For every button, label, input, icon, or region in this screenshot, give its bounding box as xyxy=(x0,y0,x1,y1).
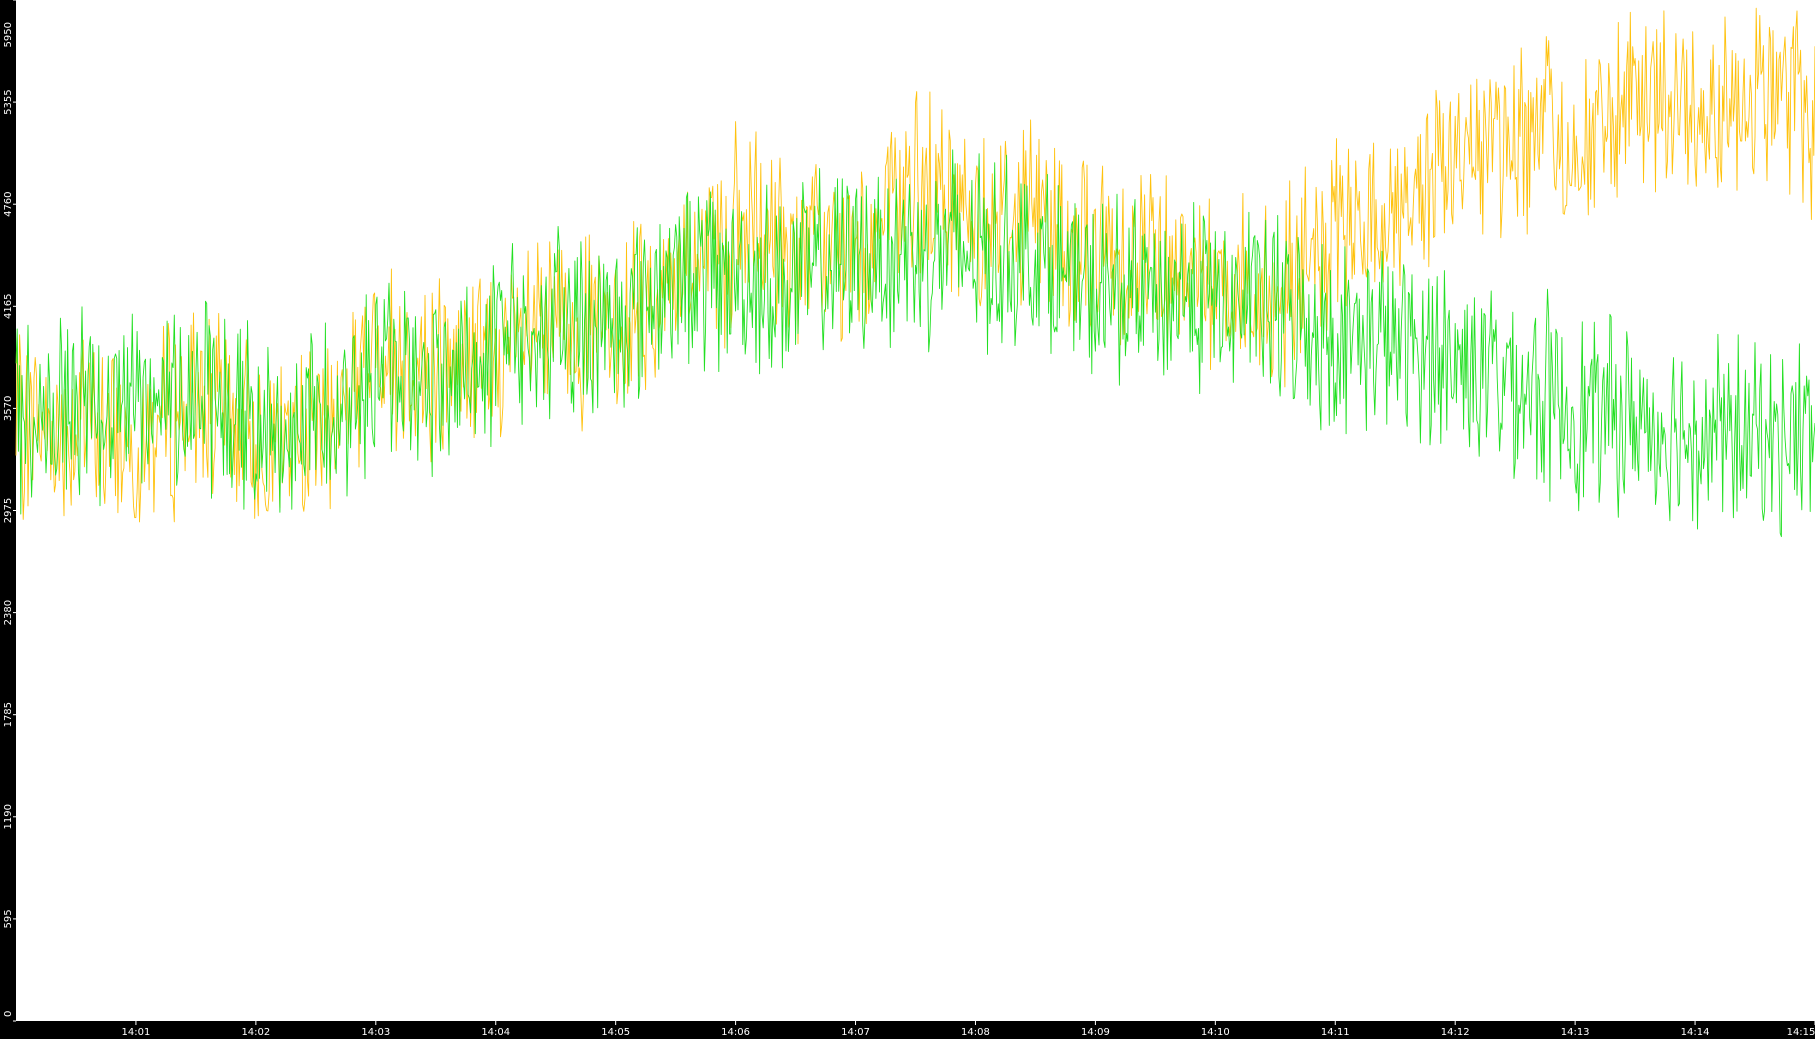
y-tick-label: 4760 xyxy=(3,191,14,216)
x-axis: 14:01 14:02 14:03 14:04 14:05 14:06 14:07 14:08… xyxy=(122,1021,1815,1038)
y-tick-label: 2975 xyxy=(3,498,14,523)
line-chart: 0 595 1190 1785 2380 2975 3570 4165 4760 5355 5950… xyxy=(3,0,1815,1038)
x-tick-label: 14:10 xyxy=(1201,1027,1230,1038)
x-tick-label: 14:08 xyxy=(961,1027,990,1038)
x-tick-label: 14:01 xyxy=(122,1027,151,1038)
x-tick-label: 14:05 xyxy=(601,1027,630,1038)
x-tick-label: 14:15 xyxy=(1787,1027,1815,1038)
y-tick-label: 1190 xyxy=(3,804,14,829)
plot-area xyxy=(16,0,1815,1021)
y-tick-label: 5355 xyxy=(3,89,14,114)
y-axis: 0 595 1190 1785 2380 2975 3570 4165 4760 5355 5950 xyxy=(3,0,16,1022)
x-tick-label: 14:13 xyxy=(1561,1027,1590,1038)
y-tick-label: 5950 xyxy=(3,22,14,47)
x-tick-label: 14:07 xyxy=(841,1027,870,1038)
x-tick-label: 14:04 xyxy=(481,1027,510,1038)
x-tick-label: 14:09 xyxy=(1081,1027,1110,1038)
y-tick-label: 595 xyxy=(3,909,14,928)
x-tick-label: 14:03 xyxy=(361,1027,390,1038)
y-tick-label: 4165 xyxy=(3,294,14,319)
y-tick-label: 0 xyxy=(3,1011,14,1017)
y-tick-label: 1785 xyxy=(3,702,14,727)
x-tick-label: 14:06 xyxy=(721,1027,750,1038)
chart-root: 0 595 1190 1785 2380 2975 3570 4165 4760 5355 5950… xyxy=(0,0,1815,1039)
y-tick-label: 2380 xyxy=(3,600,14,625)
y-tick-label: 3570 xyxy=(3,396,14,421)
x-tick-label: 14:14 xyxy=(1681,1027,1710,1038)
x-tick-label: 14:11 xyxy=(1321,1027,1350,1038)
x-tick-label: 14:02 xyxy=(241,1027,270,1038)
x-tick-label: 14:12 xyxy=(1441,1027,1470,1038)
